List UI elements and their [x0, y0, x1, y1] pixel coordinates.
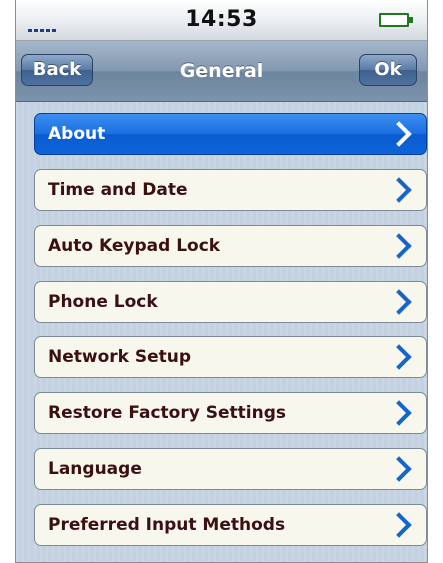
chevron-right-icon: [386, 233, 412, 259]
chevron-right-icon: [386, 121, 412, 147]
chevron-right-icon: [386, 400, 412, 426]
list-item-restore-factory-settings[interactable]: Restore Factory Settings: [34, 392, 427, 434]
list-item-language[interactable]: Language: [34, 448, 427, 490]
list-item-label: Phone Lock: [48, 292, 158, 312]
chevron-right-icon: [386, 344, 412, 370]
list-item-label: Preferred Input Methods: [48, 515, 286, 535]
list-item-label: Language: [48, 459, 142, 479]
navigation-bar: Back General Ok: [16, 41, 427, 102]
list-item-auto-keypad-lock[interactable]: Auto Keypad Lock: [34, 225, 427, 267]
list-item-phone-lock[interactable]: Phone Lock: [34, 281, 427, 323]
list-item-about[interactable]: About: [34, 113, 427, 155]
chevron-right-icon: [386, 289, 412, 315]
chevron-right-icon: [386, 456, 412, 482]
list-item-label: Time and Date: [48, 180, 188, 200]
chevron-right-icon: [386, 512, 412, 538]
chevron-right-icon: [386, 177, 412, 203]
list-item-preferred-input-methods[interactable]: Preferred Input Methods: [34, 504, 427, 546]
list-item-label: Network Setup: [48, 347, 192, 367]
list-item-time-and-date[interactable]: Time and Date: [34, 169, 427, 211]
status-clock: 14:53: [185, 7, 258, 32]
status-bar: 14:53: [16, 0, 427, 41]
battery-icon: [379, 13, 413, 27]
phone-screen: 14:53 Back General Ok About Time and Dat…: [15, 0, 428, 563]
ok-button[interactable]: Ok: [359, 54, 417, 86]
list-item-label: Auto Keypad Lock: [48, 236, 221, 256]
list-item-network-setup[interactable]: Network Setup: [34, 336, 427, 378]
settings-list: About Time and Date Auto Keypad Lock Pho…: [16, 102, 427, 562]
list-item-label: About: [48, 124, 106, 144]
list-item-label: Restore Factory Settings: [48, 403, 286, 423]
